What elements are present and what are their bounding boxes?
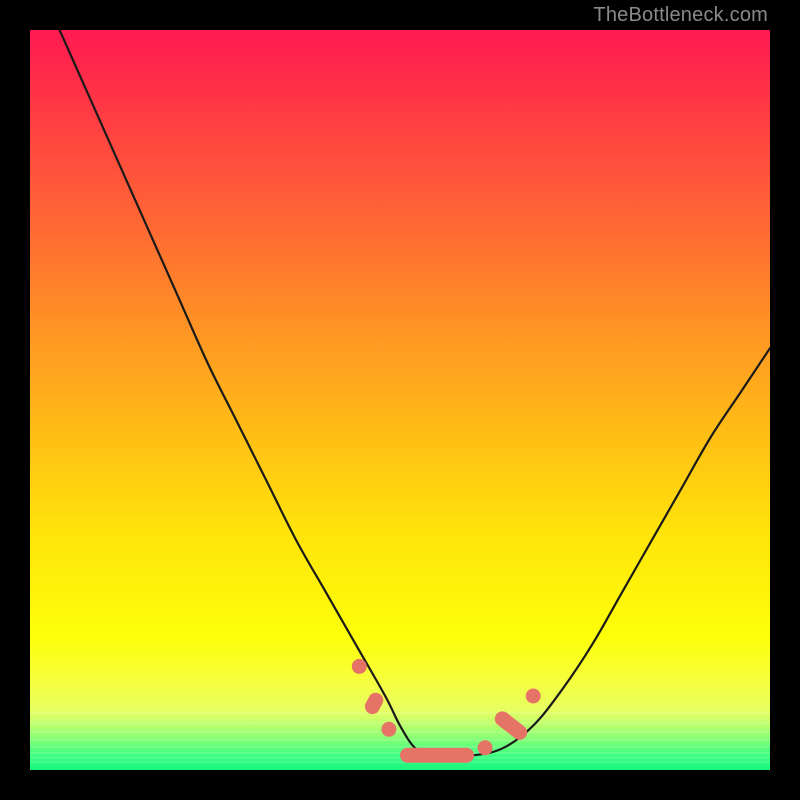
bottleneck-curve (60, 30, 770, 756)
curve-marker-dot (478, 740, 493, 755)
curve-markers (352, 659, 541, 763)
curve-svg (30, 30, 770, 770)
watermark-text: TheBottleneck.com (593, 4, 768, 27)
curve-marker-pill (492, 708, 530, 743)
curve-marker-dot (526, 689, 541, 704)
app-frame: TheBottleneck.com (0, 0, 800, 800)
curve-marker-pill (362, 690, 386, 717)
curve-marker-dot (352, 659, 367, 674)
plot-area (30, 30, 770, 770)
curve-marker-pill (400, 748, 474, 763)
curve-marker-dot (381, 722, 396, 737)
